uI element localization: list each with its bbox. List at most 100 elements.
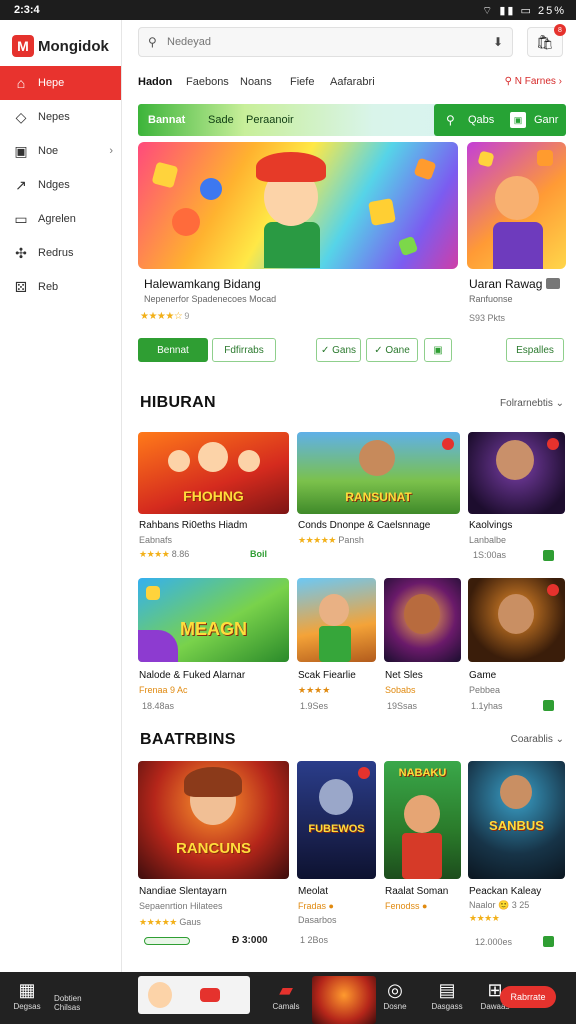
character-face [496, 440, 534, 480]
bottom-nav-label: Dosne [383, 1002, 407, 1011]
character-face [404, 594, 440, 634]
game-rating: ★★★★ 8.86 [139, 549, 189, 560]
games-button[interactable]: ✓ Gans [316, 338, 361, 362]
chat-icon: ▰ [279, 980, 293, 1000]
sidebar-item-ndges[interactable]: ↗ Ndges [0, 168, 121, 202]
sidebar-item-nepes[interactable]: ◇ Nepes [0, 100, 121, 134]
game-title[interactable]: Scak Fiearlie [298, 670, 378, 681]
grid-icon: ▦ [18, 980, 36, 1000]
sidebar-item-agrelen[interactable]: ▭ Agrelen [0, 202, 121, 236]
sidebar-item-hepe[interactable]: ⌂ Hepe [0, 66, 121, 100]
decor-cube [537, 150, 553, 166]
game-extra: Dasarbos [298, 915, 337, 925]
brand[interactable]: M Mongidok [12, 32, 109, 60]
decor-ball [200, 178, 222, 200]
sidebar-item-redrus[interactable]: ✣ Redrus [0, 236, 121, 270]
section-more-link[interactable]: Coarablis ⌄ [511, 734, 564, 745]
sidebar-item-label: Redrus [38, 247, 74, 259]
sidebar-nav: ⌂ Hepe ◇ Nepes ▣ Noe › ↗ Ndges ▭ Agrelen… [0, 66, 121, 304]
bottom-nav-wallet[interactable]: ▤ Dasgass [430, 980, 464, 1011]
search-input[interactable] [167, 33, 467, 51]
game-card-image[interactable]: FUBEWOS [297, 761, 376, 879]
filter-action-label: Qabs [468, 114, 495, 126]
tab-hadon[interactable]: Hadon [138, 76, 172, 88]
badge-icon [442, 438, 454, 450]
tab-aafarabri[interactable]: Aafarabri [330, 76, 375, 88]
promo-link[interactable]: ⚲ N Farnes › [505, 76, 562, 87]
game-title[interactable]: Kaolvings [469, 520, 565, 531]
hero-banner[interactable] [138, 142, 458, 269]
bottom-nav-home[interactable]: ▦ Degsas [12, 980, 42, 1011]
game-price: Đ 3:000 [232, 935, 268, 946]
game-title[interactable]: Game [469, 670, 565, 681]
notifications-button[interactable]: 🛍 8 [527, 24, 566, 57]
game-card-image[interactable]: RANCUNS [138, 761, 289, 879]
game-title[interactable]: Net Sles [385, 670, 462, 681]
bottom-nav-support[interactable]: ◎ Dosne [380, 980, 410, 1011]
quick-filter-bar: Bannat Sade Peraanoir ⚲ Qabs ▣ Ganr [138, 104, 566, 136]
game-title[interactable]: Conds Dnonpe & Caelsnnage [298, 520, 461, 531]
filter-item[interactable]: Peraanoir [246, 114, 294, 126]
sidebar-item-label: Nepes [38, 111, 70, 123]
bell-icon: 🛍 [536, 33, 554, 50]
game-title[interactable]: Meolat [298, 886, 378, 897]
decor-cube [146, 586, 160, 600]
tab-noans[interactable]: Noans [240, 76, 272, 88]
game-title[interactable]: Rahbans Ri0eths Hiadm [139, 520, 289, 531]
chevron-right-icon: › [109, 145, 113, 157]
game-card-image[interactable]: RANSUNAT [297, 432, 460, 514]
download-icon[interactable] [543, 700, 554, 711]
search-icon[interactable]: ⚲ [148, 35, 157, 49]
mic-icon[interactable]: ⬇ [493, 35, 503, 49]
tab-fiefe[interactable]: Fiefe [290, 76, 314, 88]
game-card-image[interactable] [384, 578, 461, 662]
secondary-button[interactable]: Fdfirrabs [212, 338, 276, 362]
star-rating-icon: ★★★★★ [298, 535, 336, 545]
game-card-image[interactable]: NABAKU [384, 761, 461, 879]
filter-item[interactable]: Sade [208, 114, 234, 126]
character-hair [256, 152, 326, 182]
grid-button[interactable]: ▣ [424, 338, 452, 362]
game-card-image[interactable] [468, 432, 565, 514]
tab-faebons[interactable]: Faebons [186, 76, 229, 88]
game-meta: 8.86 [171, 549, 190, 559]
character-face [495, 176, 539, 220]
filter-action-group[interactable]: ⚲ Qabs ▣ Ganr [434, 104, 566, 136]
mini-player[interactable] [138, 976, 250, 1014]
star-rating-icon: ★★★★ [469, 913, 500, 923]
featured-thumb[interactable] [312, 976, 376, 1024]
download-icon[interactable] [543, 936, 554, 947]
game-card-image[interactable]: MEAGN [138, 578, 289, 662]
game-title[interactable]: Nalode & Fuked Alarnar [139, 670, 289, 681]
hero-banner-secondary[interactable] [467, 142, 566, 269]
download-icon[interactable] [543, 550, 554, 561]
game-tag: Boil [250, 549, 267, 559]
cta-button[interactable]: Rabrrate [500, 986, 556, 1008]
sidebar-item-reb[interactable]: ⚄ Reb [0, 270, 121, 304]
sidebar-item-label: Hepe [38, 77, 65, 89]
section-more-link[interactable]: Folrarnebtis ⌄ [500, 398, 564, 409]
done-button[interactable]: ✓ Oane [366, 338, 418, 362]
progress-pill: ▬▬▬▬▬ [144, 937, 190, 945]
game-card-image[interactable]: FHOHNG [138, 432, 289, 514]
filter-item[interactable]: Bannat [148, 114, 185, 126]
game-title[interactable]: Raalat Soman [385, 886, 462, 897]
more-button[interactable]: Espalles [506, 338, 564, 362]
game-subtitle: Sepaenrtion Hilatees [139, 901, 223, 911]
filter-action-label: Ganr [534, 114, 559, 126]
game-title[interactable]: Peackan Kaleay [469, 886, 565, 897]
game-card-image[interactable] [468, 578, 565, 662]
game-title[interactable]: Nandiae Slentayarn [139, 886, 289, 897]
sidebar-item-noe[interactable]: ▣ Noe › [0, 134, 121, 168]
game-meta: 1S:00as [473, 550, 507, 560]
primary-button[interactable]: Bennat [138, 338, 208, 362]
game-subtitle: Lanbalbe [469, 535, 507, 545]
tag-icon: ◇ [15, 108, 27, 125]
section-title: BAATRBINS [140, 731, 236, 748]
game-meta: 1 2Bos [300, 935, 329, 945]
game-card-image[interactable] [297, 578, 376, 662]
bottom-nav-chat[interactable]: ▰ Camals [268, 980, 304, 1011]
game-subtitle: Naalor 🙂 3 25 [469, 900, 530, 910]
game-card-image[interactable]: SANBUS [468, 761, 565, 879]
bottom-nav-library[interactable]: Dobtien Chilsas [54, 994, 98, 1012]
